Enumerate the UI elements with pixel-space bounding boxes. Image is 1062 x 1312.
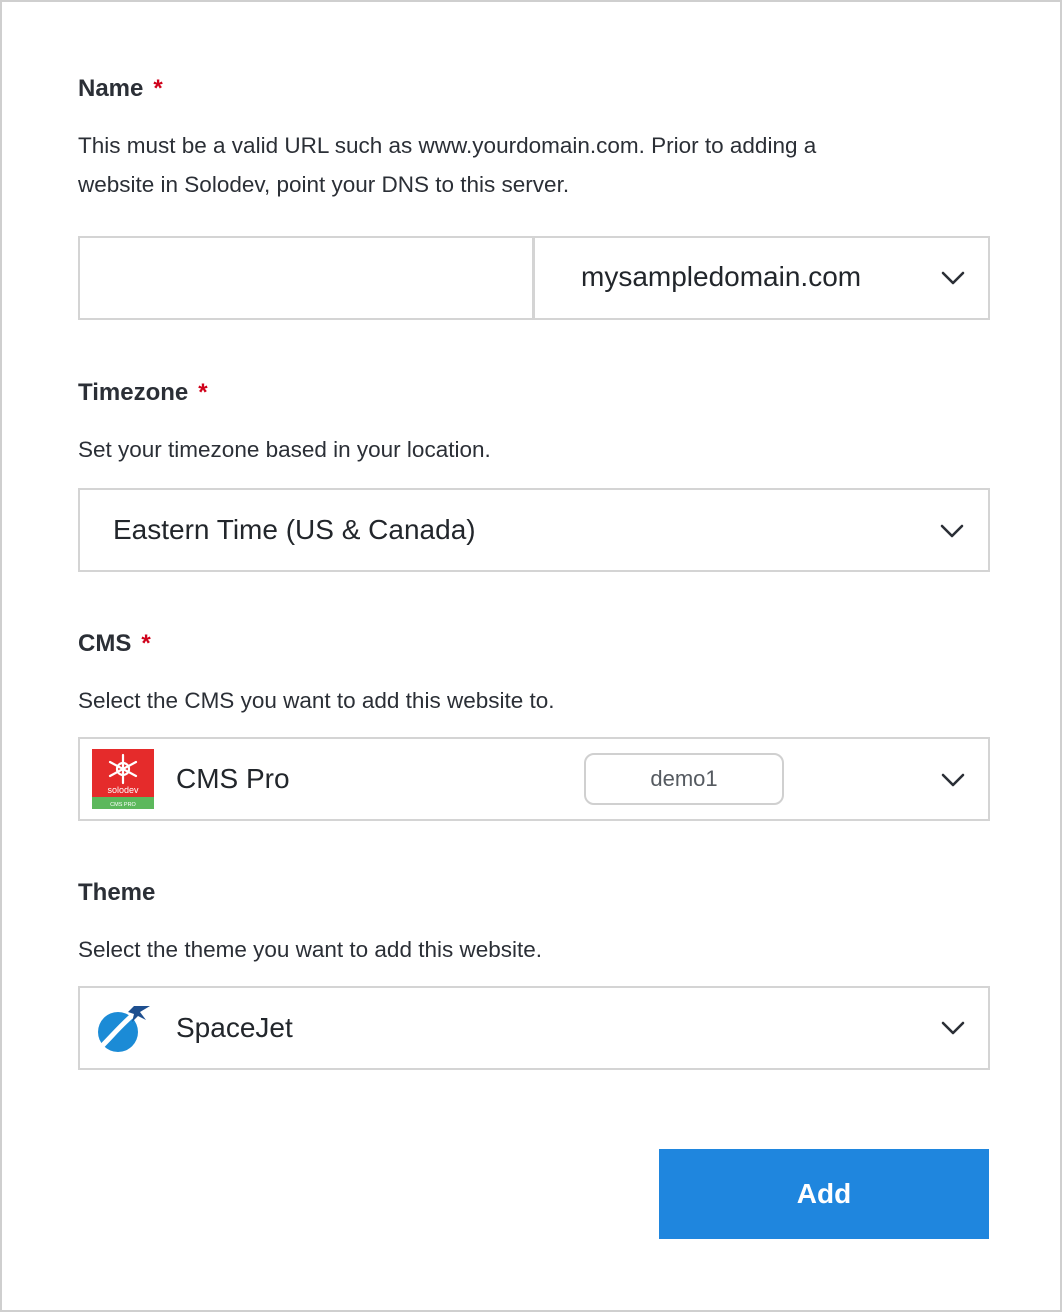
name-field-group: Name * This must be a valid URL such as w… [78,74,990,204]
domain-select[interactable]: mysampledomain.com [535,238,988,318]
theme-label-text: Theme [78,879,156,906]
timezone-field-group: Timezone * Set your timezone based in you… [78,378,990,469]
solodev-logo-sub: CMS PRO [110,802,136,808]
name-help-line-1: This must be a valid URL such as www.you… [78,133,817,158]
cms-field-group: CMS * Select the CMS you want to add this… [78,629,990,720]
name-help-text: This must be a valid URL such as www.you… [78,126,990,204]
theme-help-text: Select the theme you want to add this we… [78,937,543,962]
theme-label: Theme [78,878,990,908]
required-asterisk: * [198,379,208,406]
timezone-label: Timezone * [78,378,990,408]
timezone-select[interactable]: Eastern Time (US & Canada) [78,488,990,572]
chevron-down-icon [941,1021,965,1035]
cms-select-value: CMS Pro [176,763,290,794]
timezone-label-text: Timezone [78,379,189,406]
theme-select-value: SpaceJet [176,1012,293,1043]
timezone-help-text: Set your timezone based in your location… [78,437,491,462]
chevron-down-icon [941,773,965,787]
timezone-select-value: Eastern Time (US & Canada) [113,514,476,545]
add-website-form: Name * This must be a valid URL such as w… [0,0,1062,1312]
name-help-line-2: website in Solodev, point your DNS to th… [78,172,570,197]
theme-field-group: Theme Select the theme you want to add t… [78,878,990,969]
spacejet-logo-icon [97,1006,150,1052]
add-button[interactable]: Add [659,1149,989,1239]
domain-input-group: mysampledomain.com [78,236,990,320]
cms-select[interactable]: solodev CMS PRO CMS Pro demo1 [78,737,990,821]
required-asterisk: * [141,630,151,657]
name-label: Name * [78,74,990,104]
cms-label: CMS * [78,629,990,659]
cms-instance-badge: demo1 [584,753,784,805]
domain-select-value: mysampledomain.com [581,261,862,292]
name-label-text: Name [78,75,144,102]
chevron-down-icon [940,524,964,538]
cms-help-text: Select the CMS you want to add this webs… [78,688,555,713]
solodev-logo-word: solodev [107,785,139,795]
cms-label-text: CMS [78,630,132,657]
subdomain-input[interactable] [80,238,532,318]
required-asterisk: * [153,75,163,102]
chevron-down-icon [941,271,965,285]
theme-select[interactable]: SpaceJet [78,986,990,1070]
solodev-logo-icon: solodev CMS PRO [92,749,154,809]
